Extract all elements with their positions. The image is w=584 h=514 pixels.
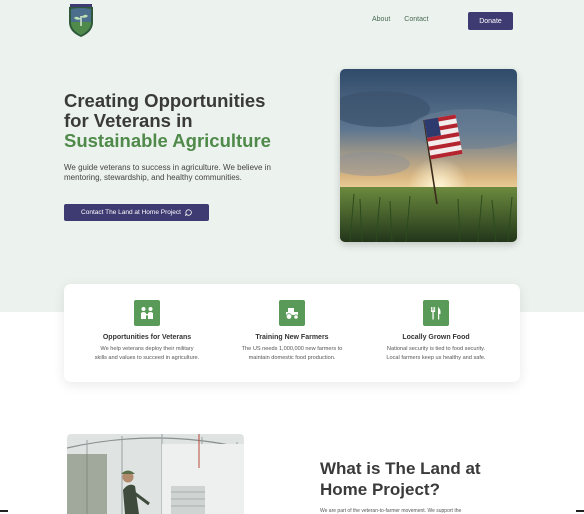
feature-title: Locally Grown Food xyxy=(402,334,470,341)
main-nav: About Contact xyxy=(372,16,428,23)
feature-description-line: Local farmers keep us healthy and safe. xyxy=(386,355,486,361)
feature-description-line: maintain domestic food production. xyxy=(248,355,336,361)
right-edge-marker xyxy=(576,510,584,512)
about-text: We are part of the veteran-to-farmer mov… xyxy=(320,508,462,514)
feature-farmers: Training New Farmers The US needs 1,000,… xyxy=(222,300,362,363)
feature-description: We help veterans deploy their military s… xyxy=(77,345,217,363)
about-image xyxy=(67,434,244,514)
feature-description-line: We help veterans deploy their military xyxy=(100,346,194,352)
site-logo[interactable] xyxy=(67,4,95,38)
seedling-shield-logo-icon xyxy=(69,4,93,37)
feature-description: National security is tied to food securi… xyxy=(366,345,506,363)
hero-title-line2: for Veterans in xyxy=(64,110,193,131)
hero-image xyxy=(340,69,517,242)
features-card: Opportunities for Veterans We help veter… xyxy=(64,284,520,382)
fork-knife-icon xyxy=(423,300,449,326)
about-title: What is The Land at Home Project? xyxy=(320,459,481,499)
tractor-icon xyxy=(279,300,305,326)
chat-bubble-icon xyxy=(185,209,192,216)
left-edge-marker xyxy=(0,510,8,512)
donate-button[interactable]: Donate xyxy=(468,12,513,30)
nav-link-about[interactable]: About xyxy=(372,16,390,23)
contact-button-label: Contact The Land at Home Project xyxy=(81,209,181,216)
feature-description: The US needs 1,000,000 new farmers to ma… xyxy=(222,345,362,363)
hero-title: Creating Opportunities for Veterans in S… xyxy=(64,91,304,151)
feature-food: Locally Grown Food National security is … xyxy=(366,300,506,363)
hero-title-accent: Sustainable Agriculture xyxy=(64,130,271,151)
feature-description-line: National security is tied to food securi… xyxy=(386,346,486,352)
feature-description-line: The US needs 1,000,000 new farmers to xyxy=(241,346,343,352)
feature-description-line: skills and values to succeed in agricult… xyxy=(94,355,200,361)
hero-title-line1: Creating Opportunities xyxy=(64,90,266,111)
people-icon xyxy=(134,300,160,326)
feature-veterans: Opportunities for Veterans We help veter… xyxy=(77,300,217,363)
greenhouse-farmer-photo-icon xyxy=(67,434,244,514)
feature-title: Opportunities for Veterans xyxy=(102,334,192,341)
hero-lead: We guide veterans to success in agricult… xyxy=(64,163,271,182)
nav-link-contact[interactable]: Contact xyxy=(404,16,428,23)
american-flag-field-photo-icon xyxy=(340,69,517,242)
contact-button[interactable]: Contact The Land at Home Project xyxy=(64,204,209,221)
feature-title: Training New Farmers xyxy=(255,334,329,341)
